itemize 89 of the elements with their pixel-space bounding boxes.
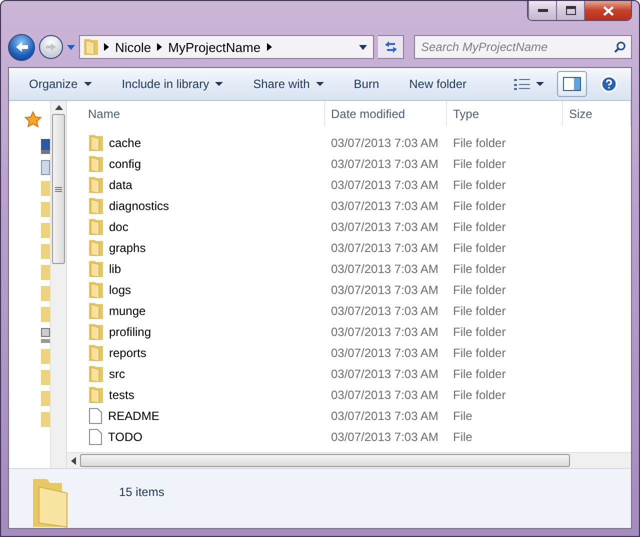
file-name[interactable]: graphs — [67, 240, 325, 256]
grip-icon — [55, 186, 62, 192]
breadcrumb[interactable]: Nicole — [115, 40, 152, 54]
file-name[interactable]: lib — [67, 260, 325, 276]
file-name[interactable]: tests — [67, 386, 325, 402]
type-cell-text: File folder — [452, 240, 507, 254]
date-cell-text: 03/07/2013 7:03 AM — [330, 262, 440, 276]
list-view-icon — [514, 78, 530, 90]
close-button[interactable] — [584, 1, 631, 20]
type-cell-text: File folder — [452, 366, 507, 380]
date-cell-text: 03/07/2013 7:03 AM — [330, 388, 440, 402]
maximize-icon — [566, 6, 576, 15]
file-name[interactable]: logs — [67, 282, 325, 298]
search-icon — [614, 41, 626, 53]
date-cell-text: 03/07/2013 7:03 AM — [330, 240, 440, 254]
column-header[interactable]: Date modified — [325, 101, 447, 126]
type-cell-text: File folder — [452, 282, 507, 296]
type-cell-text: File folder — [452, 304, 507, 318]
breadcrumb-arrow-icon — [104, 43, 109, 51]
file-name[interactable]: munge — [67, 302, 325, 318]
refresh-button[interactable] — [378, 35, 404, 59]
date-cell-text: 03/07/2013 7:03 AM — [330, 324, 440, 338]
file-name[interactable]: cache — [67, 134, 325, 150]
column-header[interactable]: Type — [447, 101, 563, 126]
scroll-up-icon[interactable] — [54, 105, 62, 110]
type-cell-text: File — [452, 408, 474, 422]
type-cell-text: File folder — [452, 388, 507, 402]
date-cell-text: 03/07/2013 7:03 AM — [330, 178, 440, 192]
file-name[interactable]: profiling — [67, 324, 325, 340]
scrollbar[interactable] — [67, 452, 631, 468]
back-button[interactable] — [8, 34, 35, 60]
toolbar-button[interactable]: Burn — [346, 71, 388, 97]
date-cell-text: 03/07/2013 7:03 AM — [330, 220, 440, 234]
type-cell-text: File folder — [452, 136, 507, 150]
breadcrumb-arrow-icon — [266, 43, 272, 51]
breadcrumb[interactable]: MyProjectName — [168, 40, 261, 54]
type-cell-text: File folder — [452, 156, 507, 170]
file-name[interactable]: reports — [67, 344, 325, 360]
scroll-left-icon[interactable] — [71, 456, 76, 464]
caret-icon — [536, 82, 544, 86]
back-arrow-icon — [14, 41, 28, 53]
scrollbar[interactable] — [50, 101, 66, 468]
date-cell-text: 03/07/2013 7:03 AM — [330, 136, 440, 150]
file-name[interactable]: src — [67, 366, 325, 382]
date-cell-text: 03/07/2013 7:03 AM — [330, 346, 440, 360]
star-icon[interactable] — [24, 111, 42, 129]
breadcrumb-arrow-icon — [157, 43, 162, 51]
file-icon — [89, 428, 102, 444]
date-cell-text: 03/07/2013 7:03 AM — [330, 156, 440, 170]
minimize-button[interactable] — [528, 1, 556, 20]
date-cell-text: 03/07/2013 7:03 AM — [330, 430, 440, 444]
type-cell-text: File folder — [452, 198, 507, 212]
file-name[interactable]: config — [67, 156, 325, 172]
forward-button[interactable] — [39, 35, 63, 59]
search-field[interactable]: Search MyProjectName — [414, 35, 632, 59]
column-header[interactable]: Size — [563, 101, 631, 126]
preview-pane-icon — [563, 77, 581, 91]
file-name[interactable]: doc — [67, 218, 325, 234]
file-icon — [89, 408, 102, 424]
date-cell-text: 03/07/2013 7:03 AM — [330, 408, 440, 422]
toolbar-button[interactable]: New folder — [401, 71, 474, 97]
refresh-arrows-icon — [384, 41, 396, 53]
date-cell-text: 03/07/2013 7:03 AM — [330, 304, 440, 318]
file-name[interactable]: diagnostics — [67, 198, 325, 214]
maximize-button[interactable] — [556, 1, 584, 20]
help-icon — [600, 75, 618, 93]
type-cell-text: File folder — [452, 178, 507, 192]
preview-pane-button[interactable] — [557, 71, 587, 97]
toolbar-button[interactable]: Organize — [21, 71, 100, 97]
file-name[interactable]: TODO — [67, 428, 325, 444]
type-cell-text: File — [452, 430, 474, 444]
date-cell-text: 03/07/2013 7:03 AM — [330, 366, 440, 380]
type-cell-text: File folder — [452, 220, 507, 234]
type-cell-text: File folder — [452, 262, 507, 276]
date-cell-text: 03/07/2013 7:03 AM — [330, 198, 440, 212]
minimize-icon — [538, 9, 548, 12]
toolbar-button[interactable]: Share with — [245, 71, 332, 97]
close-icon — [602, 6, 614, 16]
type-cell-text: File folder — [452, 346, 507, 360]
file-name[interactable]: data — [67, 176, 325, 192]
address-bar[interactable]: Nicole MyProjectName — [79, 35, 374, 59]
type-cell-text: File folder — [452, 324, 507, 338]
item-count: 15 items — [119, 485, 164, 499]
toolbar-button[interactable]: Include in library — [114, 71, 232, 97]
column-header[interactable]: Name — [67, 101, 325, 126]
dropdown-arrow-icon[interactable] — [359, 44, 367, 50]
forward-arrow-icon — [45, 42, 57, 52]
date-cell-text: 03/07/2013 7:03 AM — [330, 282, 440, 296]
file-name[interactable]: README — [67, 408, 325, 424]
